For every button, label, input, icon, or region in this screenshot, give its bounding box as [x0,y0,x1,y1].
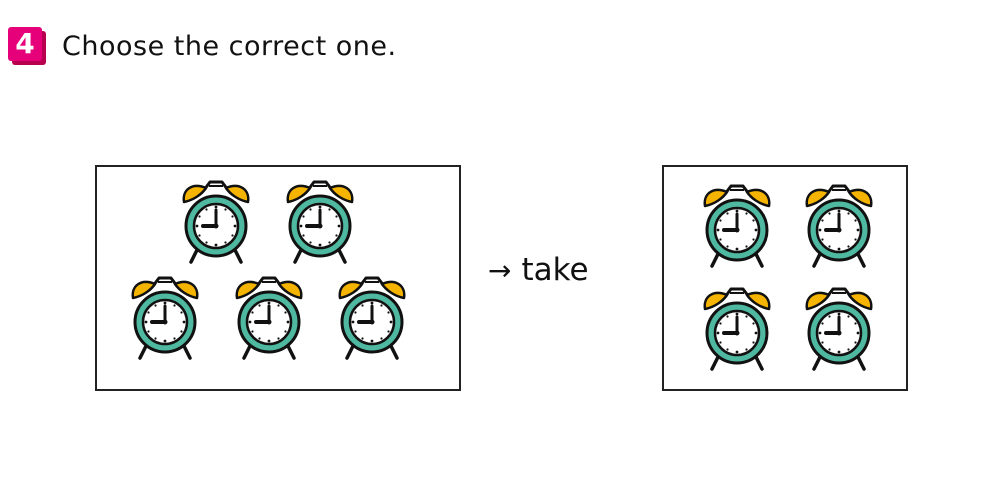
operation-word: take [521,252,589,288]
question-prompt: Choose the correct one. [62,30,397,62]
alarm-clock-icon [130,276,200,360]
alarm-clock-icon [804,287,874,371]
alarm-clock-icon [234,276,304,360]
alarm-clock-icon [702,287,772,371]
question-number: 4 [8,27,42,61]
operation-label: → take [488,252,589,288]
alarm-clock-icon [337,276,407,360]
question-number-badge: 4 [8,27,46,65]
alarm-clock-icon [702,184,772,268]
alarm-clock-icon [804,184,874,268]
alarm-clock-icon [181,180,251,264]
right-arrow-icon: → [488,254,512,287]
alarm-clock-icon [285,180,355,264]
question-header: 4 Choose the correct one. [8,26,397,66]
